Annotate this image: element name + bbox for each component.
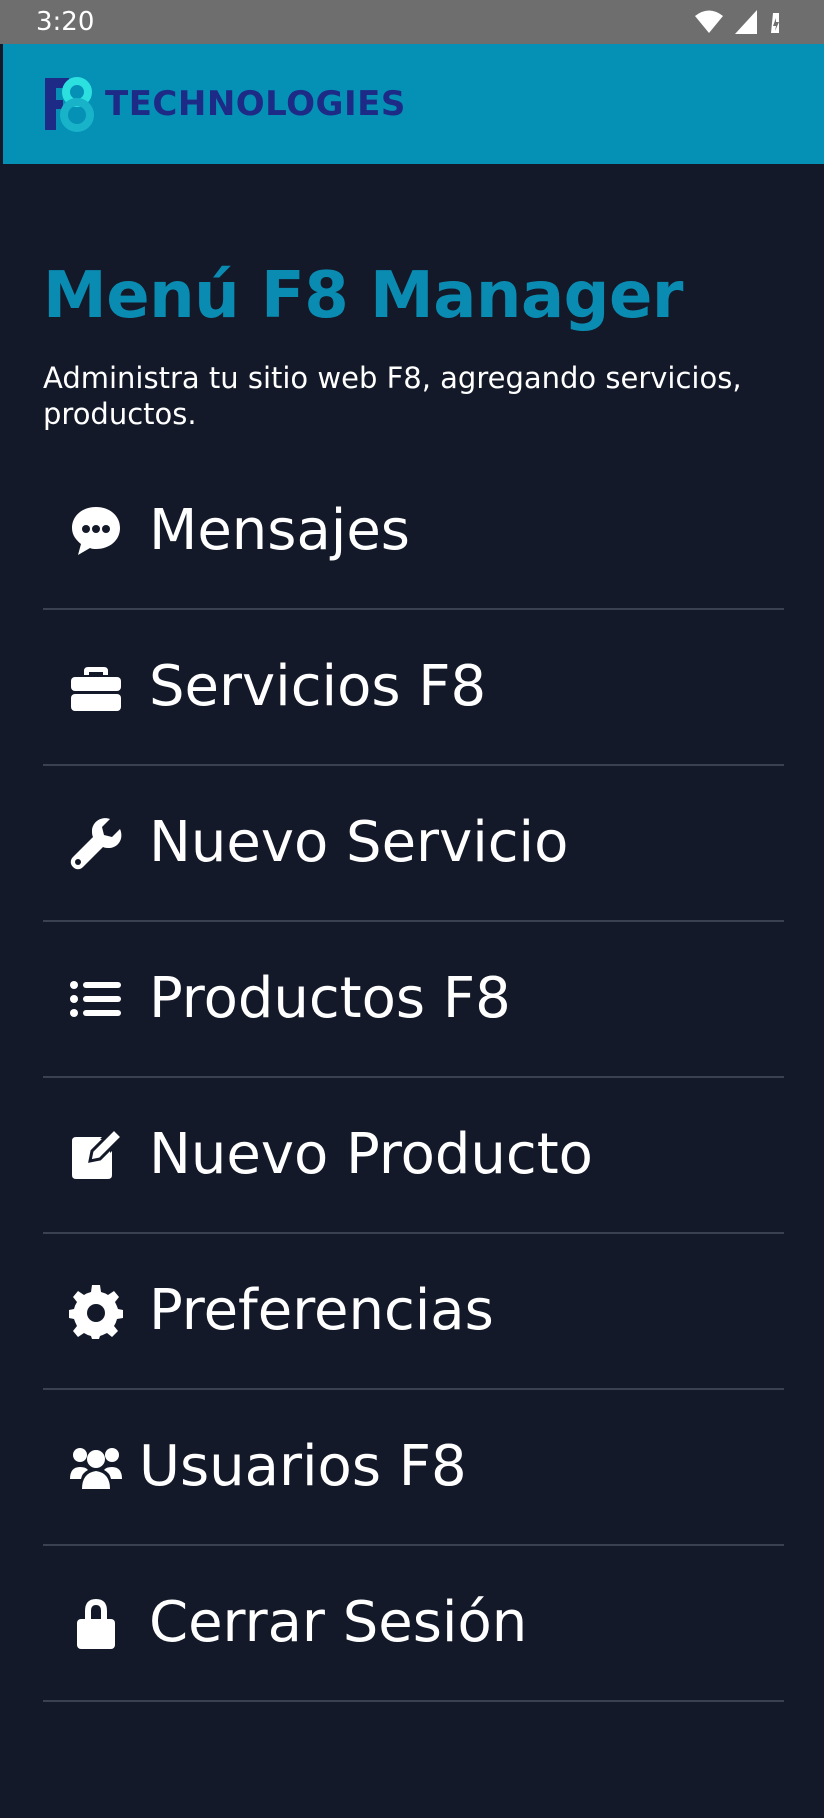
status-bar: 3:20	[0, 0, 824, 44]
menu-item-nuevo-producto[interactable]: Nuevo Producto	[43, 1078, 784, 1234]
menu-item-label: Productos F8	[149, 966, 511, 1031]
menu-item-label: Nuevo Servicio	[149, 810, 569, 875]
edit-square-icon	[65, 1124, 127, 1186]
menu-item-usuarios-f8[interactable]: Usuarios F8	[43, 1390, 784, 1546]
menu-item-label: Preferencias	[149, 1278, 494, 1343]
cell-signal-icon	[735, 10, 757, 34]
status-icons	[694, 8, 784, 36]
menu-item-servicios-f8[interactable]: Servicios F8	[43, 610, 784, 766]
menu-item-label: Servicios F8	[149, 654, 487, 719]
page-subtitle: Administra tu sitio web F8, agregando se…	[43, 361, 742, 431]
wifi-icon	[695, 10, 723, 33]
menu-item-mensajes[interactable]: Mensajes	[43, 454, 784, 610]
menu-item-label: Cerrar Sesión	[149, 1590, 528, 1655]
menu-item-label: Mensajes	[149, 498, 410, 563]
status-time: 3:20	[36, 7, 95, 37]
list-icon	[65, 968, 127, 1030]
main-content: Menú F8 Manager Administra tu sitio web …	[3, 164, 824, 1818]
brand-logo[interactable]: TECHNOLOGIES	[43, 76, 406, 132]
menu-item-nuevo-servicio[interactable]: Nuevo Servicio	[43, 766, 784, 922]
menu-item-cerrar-sesion[interactable]: Cerrar Sesión	[43, 1546, 784, 1702]
page-title: Menú F8 Manager	[43, 259, 683, 333]
menu-item-label: Usuarios F8	[139, 1434, 467, 1499]
gear-icon	[65, 1280, 127, 1342]
app-bar: TECHNOLOGIES	[3, 44, 824, 164]
brand-text: TECHNOLOGIES	[105, 84, 406, 124]
lock-icon	[65, 1592, 127, 1654]
toolbox-icon	[65, 656, 127, 718]
f8-logo-icon	[45, 77, 94, 132]
menu-item-preferencias[interactable]: Preferencias	[43, 1234, 784, 1390]
chat-bubble-icon	[65, 500, 127, 562]
main-menu: Mensajes Servicios F8 Nuevo Servicio Pro…	[43, 454, 784, 1702]
battery-icon	[771, 13, 779, 33]
menu-item-productos-f8[interactable]: Productos F8	[43, 922, 784, 1078]
users-icon	[65, 1436, 127, 1498]
menu-item-label: Nuevo Producto	[149, 1122, 593, 1187]
wrench-icon	[65, 812, 127, 874]
